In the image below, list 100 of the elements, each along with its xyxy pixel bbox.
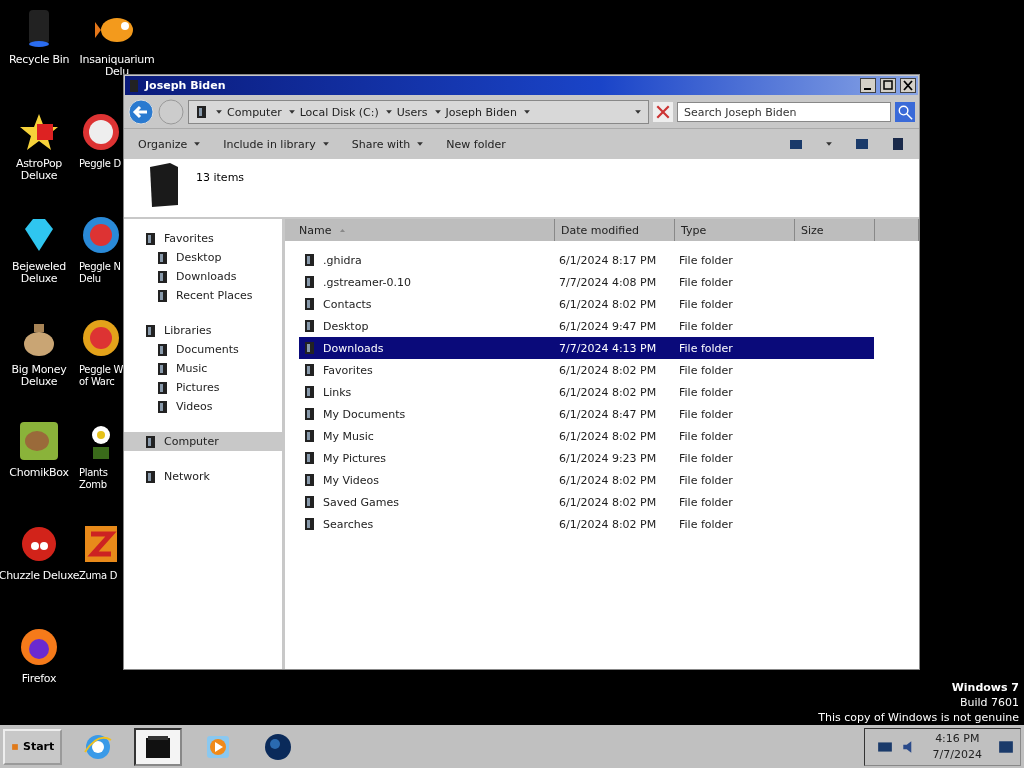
icon-label: Firefox [21, 673, 57, 685]
file-row[interactable]: Downloads 7/7/2024 4:13 PM File folder [299, 337, 874, 359]
file-type: File folder [678, 385, 734, 399]
breadcrumb-item[interactable]: Computer [215, 105, 282, 119]
sort-icon [339, 226, 347, 234]
preview-pane-icon[interactable] [855, 137, 869, 151]
close-icon[interactable] [653, 102, 673, 122]
taskbar-app[interactable] [134, 727, 183, 766]
column-header[interactable]: Size [795, 219, 875, 241]
file-row[interactable]: My Videos 6/1/2024 8:02 PM File folder [299, 469, 874, 491]
desktop-icon[interactable] [17, 419, 61, 463]
date-modified: 6/1/2024 8:02 PM [558, 495, 658, 509]
icon-label: Peggle D [79, 158, 121, 170]
file-name: Favorites [299, 363, 555, 377]
file-type: File folder [678, 451, 734, 465]
file-row[interactable]: My Documents 6/1/2024 8:47 PM File folder [299, 403, 874, 425]
nav-item[interactable]: Favorites [124, 229, 282, 248]
folder-icon [144, 434, 158, 449]
file-name: Searches [299, 517, 555, 531]
file-name: Links [299, 385, 555, 399]
file-name: My Documents [299, 407, 555, 421]
folder-icon [148, 163, 180, 207]
file-type: File folder [678, 319, 734, 333]
nav-item[interactable]: Downloads [124, 267, 282, 286]
file-row[interactable]: Searches 6/1/2024 8:02 PM File folder [299, 513, 874, 535]
maximize-button[interactable] [880, 78, 896, 93]
folder-icon [156, 380, 170, 395]
column-header[interactable]: Name [285, 219, 555, 241]
search-icon[interactable] [895, 102, 915, 122]
file-row[interactable]: My Pictures 6/1/2024 9:23 PM File folder [299, 447, 874, 469]
file-row[interactable]: Links 6/1/2024 8:02 PM File folder [299, 381, 874, 403]
date-modified: 7/7/2024 4:13 PM [558, 341, 658, 355]
search-field[interactable]: Search Joseph Biden [677, 102, 891, 122]
address-bar[interactable]: Computer Local Disk (C:) Users Joseph Biden [188, 100, 649, 124]
file-type: File folder [678, 363, 734, 377]
file-row[interactable]: Favorites 6/1/2024 8:02 PM File folder [299, 359, 874, 381]
view-icon[interactable] [789, 137, 803, 151]
minimize-button[interactable] [860, 78, 876, 93]
date-modified: 7/7/2024 4:08 PM [558, 275, 658, 289]
nav-item[interactable]: Network [124, 467, 282, 486]
folder-icon [144, 469, 158, 484]
file-type: File folder [678, 473, 734, 487]
breadcrumb-item[interactable]: Users [384, 105, 428, 119]
build-number: Build 7601 [959, 695, 1019, 710]
folder-icon [195, 105, 209, 119]
icon-label: Insaniquarium [79, 54, 155, 66]
toolbar-button[interactable]: Organize [138, 137, 202, 151]
file-row[interactable]: .ghidra 6/1/2024 8:17 PM File folder [299, 249, 874, 271]
folder-icon [303, 253, 317, 267]
date-modified: 6/1/2024 8:02 PM [558, 473, 658, 487]
back-button[interactable] [128, 99, 154, 125]
start-button[interactable]: Start [3, 728, 63, 765]
file-name: Downloads [299, 341, 555, 355]
file-type: File folder [678, 407, 734, 421]
caret-icon [215, 108, 223, 116]
toolbar-button[interactable]: Include in library [223, 137, 330, 151]
nav-item[interactable]: Recent Places [124, 286, 282, 305]
date-modified: 6/1/2024 8:17 PM [558, 253, 658, 267]
icon-label: Peggle N [79, 261, 121, 273]
caret-icon [522, 108, 531, 116]
date-modified: 6/1/2024 8:02 PM [558, 517, 658, 531]
nav-item[interactable]: Computer [124, 432, 282, 451]
nav-item[interactable]: Music [124, 359, 282, 378]
nav-item[interactable]: Documents [124, 340, 282, 359]
globe-icon [263, 731, 294, 762]
caret-icon [384, 108, 393, 116]
date-modified: 6/1/2024 9:23 PM [558, 451, 658, 465]
column-header[interactable]: Date modified [555, 219, 675, 241]
close-button[interactable] [900, 78, 916, 93]
breadcrumb-item[interactable]: Local Disk (C:) [287, 105, 379, 119]
date-modified: 6/1/2024 8:02 PM [558, 363, 658, 377]
icon-label: ChomikBox [9, 467, 69, 479]
nav-item[interactable]: Desktop [124, 248, 282, 267]
file-row[interactable]: Desktop 6/1/2024 9:47 PM File folder [299, 315, 874, 337]
clock[interactable]: 4:16 PM 7/7/2024 [924, 730, 990, 763]
nav-item[interactable]: Videos [124, 397, 282, 416]
folder-icon [303, 517, 317, 531]
nav-item[interactable]: Libraries [124, 321, 282, 340]
file-row[interactable]: My Music 6/1/2024 8:02 PM File folder [299, 425, 874, 447]
toolbar-button[interactable]: New folder [446, 137, 506, 151]
date-modified: 6/1/2024 8:02 PM [558, 429, 658, 443]
folder-icon [127, 78, 141, 93]
file-type: File folder [678, 341, 734, 355]
breadcrumb-item[interactable]: Joseph Biden [433, 105, 517, 119]
file-row[interactable]: Contacts 6/1/2024 8:02 PM File folder [299, 293, 874, 315]
caret-icon [433, 108, 442, 116]
help-icon[interactable] [891, 137, 905, 151]
folder-icon [144, 323, 158, 338]
icon-label: Bejeweled [12, 261, 66, 273]
nav-item[interactable]: Pictures [124, 378, 282, 397]
toolbar-button[interactable]: Share with [351, 137, 425, 151]
show-desktop-icon[interactable] [998, 738, 1014, 755]
folder-icon [303, 319, 317, 333]
icon-label: Chuzzle Deluxe [0, 570, 80, 582]
file-row[interactable]: .gstreamer-0.10 7/7/2024 4:08 PM File folder [299, 271, 874, 293]
file-type: File folder [678, 253, 734, 267]
file-row[interactable]: Saved Games 6/1/2024 8:02 PM File folder [299, 491, 874, 513]
watermark-title: Windows 7 [951, 680, 1019, 695]
icon-label: Big Money [11, 364, 67, 376]
column-header[interactable]: Type [675, 219, 795, 241]
